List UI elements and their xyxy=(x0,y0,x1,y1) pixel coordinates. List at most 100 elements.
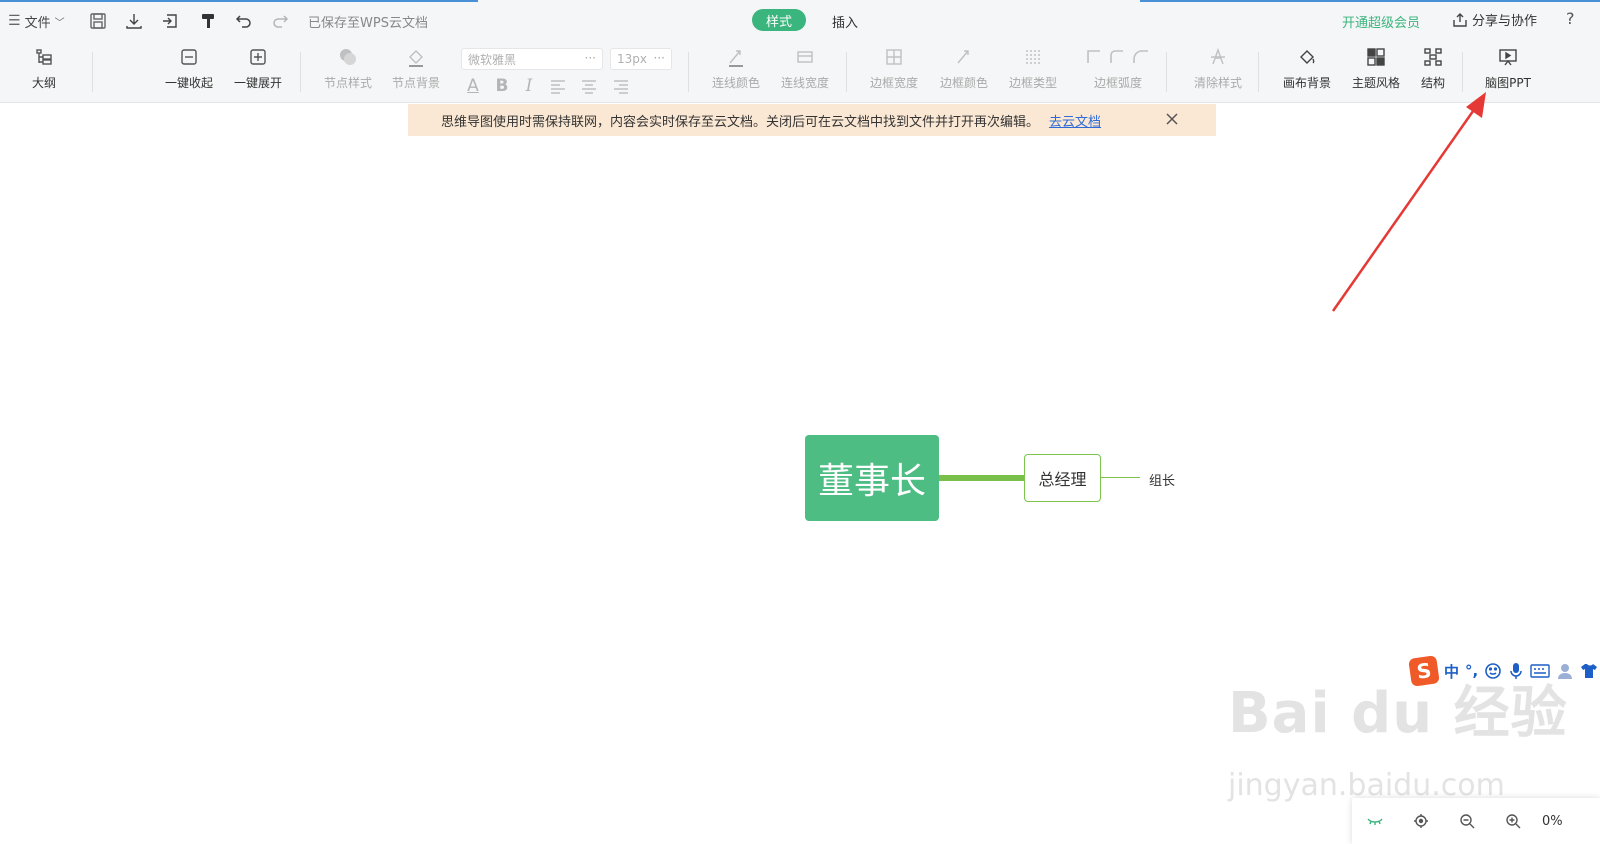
line-color-icon xyxy=(725,46,747,68)
align-left-icon[interactable] xyxy=(548,76,568,96)
node-bg-label: 节点背景 xyxy=(391,76,440,90)
theme-style-button[interactable]: 主题风格 xyxy=(1346,46,1406,96)
sogou-logo-icon[interactable]: S xyxy=(1408,655,1440,687)
expand-all-button[interactable]: 一键展开 xyxy=(228,46,288,96)
plus-box-icon xyxy=(247,46,269,68)
share-label: 分享与协作 xyxy=(1472,14,1538,29)
line-width-icon xyxy=(794,46,816,68)
save-icon[interactable] xyxy=(86,10,110,32)
file-menu[interactable]: ☰ 文件 ﹀ xyxy=(8,10,65,32)
align-center-icon[interactable] xyxy=(579,76,599,96)
border-color-button[interactable]: 边框颜色 xyxy=(934,46,994,96)
hamburger-icon: ☰ xyxy=(8,13,21,29)
border-radius-button[interactable]: 边框弧度 xyxy=(1083,46,1153,96)
tab-style[interactable]: 样式 xyxy=(752,9,806,31)
line-width-button[interactable]: 连线宽度 xyxy=(775,46,835,96)
border-type-icon xyxy=(1022,46,1044,68)
top-toolbar: ☰ 文件 ﹀ 已保存至WPS云文档 样式 插入 开通超级会员 分享与协作 ? 大… xyxy=(0,0,1600,103)
toolbar-divider xyxy=(688,52,689,92)
expand-all-label: 一键展开 xyxy=(233,76,282,90)
zoom-level: 0% xyxy=(1542,813,1563,829)
toolbar-divider xyxy=(300,52,301,92)
microphone-icon[interactable] xyxy=(1508,662,1524,680)
keyboard-icon[interactable] xyxy=(1530,663,1550,679)
italic-icon[interactable]: I xyxy=(519,76,539,96)
outline-button[interactable]: 大纲 xyxy=(14,46,74,96)
paint-bucket-icon xyxy=(1296,46,1318,68)
user-icon[interactable] xyxy=(1556,662,1574,680)
file-menu-label: 文件 xyxy=(24,15,51,31)
node-style-button[interactable]: 节点样式 xyxy=(318,46,378,96)
export-icon[interactable] xyxy=(158,10,182,32)
chevron-down-icon: ﹀ xyxy=(54,17,65,29)
skin-shirt-icon[interactable] xyxy=(1580,662,1598,680)
notice-text: 思维导图使用时需保持联网，内容会实时保存至云文档。关闭后可在云文档中找到文件并打… xyxy=(441,114,1040,130)
emoji-icon[interactable] xyxy=(1484,662,1502,680)
structure-label: 结构 xyxy=(1420,76,1445,90)
child-node[interactable]: 总经理 xyxy=(1024,454,1101,502)
border-type-label: 边框类型 xyxy=(1008,76,1057,90)
structure-button[interactable]: 结构 xyxy=(1403,46,1463,96)
mind-ppt-label: 脑图PPT xyxy=(1485,76,1531,90)
mind-ppt-button[interactable]: 脑图PPT xyxy=(1478,46,1538,96)
bold-icon[interactable]: B xyxy=(492,76,512,96)
sub-branch-connector xyxy=(1101,477,1140,478)
bottom-zoom-bar: 0% xyxy=(1352,798,1600,844)
outline-icon xyxy=(33,46,55,68)
corner-radius-icon xyxy=(1083,46,1153,68)
eye-closed-icon[interactable] xyxy=(1352,806,1398,836)
border-width-label: 边框宽度 xyxy=(869,76,918,90)
ime-punctuation[interactable]: °, xyxy=(1465,662,1478,680)
locate-center-icon[interactable] xyxy=(1398,806,1444,836)
align-right-icon[interactable] xyxy=(611,76,631,96)
undo-icon[interactable] xyxy=(232,10,256,32)
node-bg-button[interactable]: 节点背景 xyxy=(386,46,446,96)
minus-box-icon xyxy=(178,46,200,68)
toolbar-divider xyxy=(92,52,93,92)
root-node[interactable]: 董事长 xyxy=(805,435,939,521)
canvas-bg-button[interactable]: 画布背景 xyxy=(1277,46,1337,96)
toolbar-divider xyxy=(1258,52,1259,92)
collapse-all-label: 一键收起 xyxy=(164,76,213,90)
close-icon[interactable] xyxy=(1164,111,1180,127)
zoom-in-icon[interactable] xyxy=(1490,806,1536,836)
grandchild-node[interactable]: 组长 xyxy=(1149,470,1175,489)
more-icon: ··· xyxy=(653,51,665,65)
outline-label: 大纲 xyxy=(31,76,56,90)
redo-icon[interactable] xyxy=(268,10,292,32)
structure-icon xyxy=(1422,46,1444,68)
border-color-label: 边框颜色 xyxy=(939,76,988,90)
collapse-all-button[interactable]: 一键收起 xyxy=(159,46,219,96)
theme-grid-icon xyxy=(1365,46,1387,68)
paint-bucket-icon xyxy=(405,46,427,68)
top-progress-line-right xyxy=(1140,0,1600,2)
line-width-label: 连线宽度 xyxy=(780,76,829,90)
ime-mode[interactable]: 中 xyxy=(1444,661,1459,682)
toolbar-divider xyxy=(1462,52,1463,92)
font-size-value: 13px xyxy=(617,52,647,66)
saved-status: 已保存至WPS云文档 xyxy=(308,16,428,31)
help-icon[interactable]: ? xyxy=(1566,9,1575,28)
theme-style-label: 主题风格 xyxy=(1351,76,1400,90)
format-painter-icon[interactable] xyxy=(196,10,220,32)
border-width-icon xyxy=(883,46,905,68)
tab-insert[interactable]: 插入 xyxy=(832,12,858,31)
share-button[interactable]: 分享与协作 xyxy=(1452,10,1537,29)
vip-link[interactable]: 开通超级会员 xyxy=(1342,12,1420,31)
ime-toolbar[interactable]: S 中 °, xyxy=(1408,655,1598,687)
node-style-icon xyxy=(337,46,359,68)
go-cloud-doc-link[interactable]: 去云文档 xyxy=(1049,111,1101,130)
top-progress-line xyxy=(0,0,478,2)
line-color-button[interactable]: 连线颜色 xyxy=(706,46,766,96)
font-color-icon[interactable]: A xyxy=(463,76,483,96)
font-size-select[interactable]: 13px ··· xyxy=(610,48,672,70)
toolbar-divider xyxy=(1166,52,1167,92)
border-width-button[interactable]: 边框宽度 xyxy=(864,46,924,96)
font-family-select[interactable]: 微软雅黑 ··· xyxy=(461,48,603,70)
border-type-button[interactable]: 边框类型 xyxy=(1003,46,1063,96)
clear-style-button[interactable]: 清除样式 xyxy=(1188,46,1248,96)
zoom-out-icon[interactable] xyxy=(1444,806,1490,836)
font-family-value: 微软雅黑 xyxy=(468,52,517,67)
presentation-icon xyxy=(1497,46,1519,68)
download-icon[interactable] xyxy=(122,10,146,32)
